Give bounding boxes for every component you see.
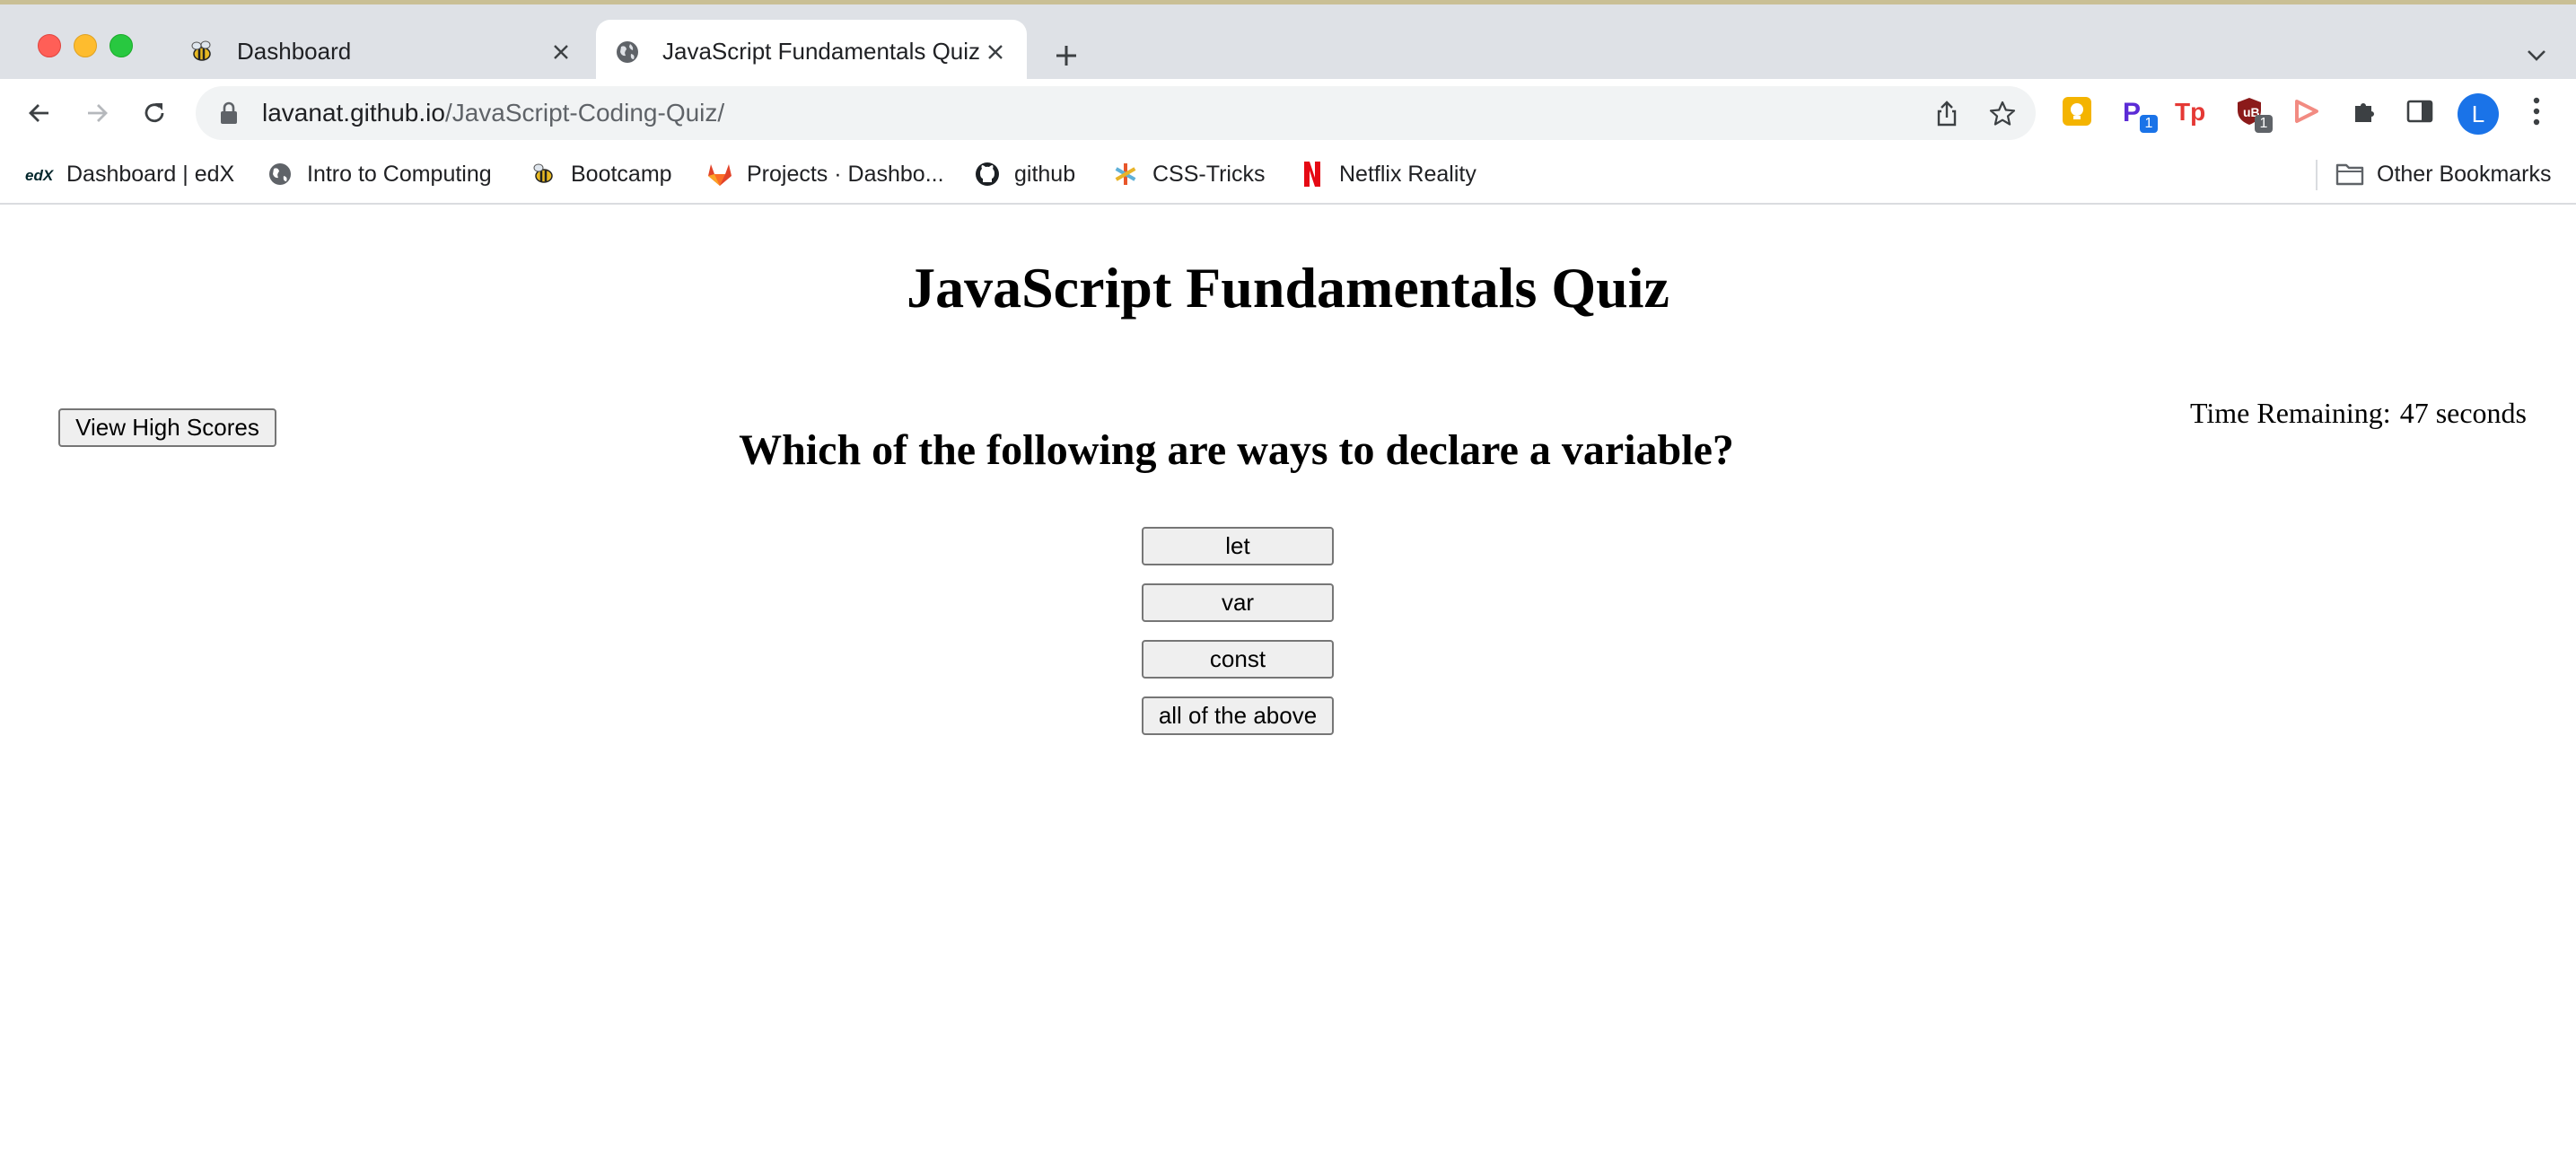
bookmarks-bar: edX Dashboard | edX Intro to Computing B…: [0, 147, 2576, 205]
folder-icon: [2335, 160, 2364, 188]
edx-icon: edX: [25, 160, 54, 188]
tab-dashboard[interactable]: Dashboard: [171, 20, 592, 83]
forward-button[interactable]: [75, 92, 118, 135]
bookmark-label: Netflix Reality: [1339, 161, 1476, 187]
forward-arrow-icon: [88, 104, 108, 122]
extension-badge: 1: [2140, 115, 2158, 133]
shield-extension-icon[interactable]: uB 1: [2230, 92, 2273, 133]
share-icon[interactable]: [1932, 99, 1962, 129]
tab-title: JavaScript Fundamentals Quiz: [662, 38, 981, 65]
bookmark-netflix[interactable]: Netflix Reality: [1298, 156, 1476, 192]
answer-button-let[interactable]: let: [1142, 527, 1334, 565]
close-icon[interactable]: [982, 39, 1009, 66]
svg-text:P: P: [2123, 98, 2141, 127]
github-icon: [973, 160, 1002, 188]
close-icon[interactable]: [548, 39, 574, 66]
netflix-icon: [1298, 160, 1327, 188]
lock-icon[interactable]: [215, 100, 242, 127]
bookmark-intro-computing[interactable]: Intro to Computing: [266, 156, 492, 192]
bookmark-label: github: [1014, 161, 1076, 187]
tab-strip: Dashboard JavaScript Fundamentals Quiz: [0, 0, 2576, 83]
timer-value: 47 seconds: [2399, 397, 2527, 429]
browser-toolbar: lavanat.github.io/JavaScript-Coding-Quiz…: [0, 79, 2576, 147]
bookmark-css-tricks[interactable]: CSS-Tricks: [1111, 156, 1265, 192]
back-button[interactable]: [18, 92, 61, 135]
answer-button-var[interactable]: var: [1142, 583, 1334, 622]
tab-quiz[interactable]: JavaScript Fundamentals Quiz: [596, 20, 1027, 83]
tab-title: Dashboard: [237, 38, 352, 65]
bookmark-edx[interactable]: edX Dashboard | edX: [25, 156, 234, 192]
bookmark-label: Projects · Dashbo...: [747, 161, 944, 187]
answer-button-all[interactable]: all of the above: [1142, 696, 1334, 735]
asterisk-icon: [1111, 160, 1140, 188]
bookmark-label: Bootcamp: [571, 161, 672, 187]
answer-list: let var const all of the above: [1142, 527, 1334, 753]
address-bar[interactable]: lavanat.github.io/JavaScript-Coding-Quiz…: [196, 86, 2036, 140]
globe-icon: [614, 39, 641, 66]
svg-text:edX: edX: [25, 167, 54, 184]
arrow-extension-icon[interactable]: [2287, 92, 2326, 131]
browser-chrome: Dashboard JavaScript Fundamentals Quiz l…: [0, 0, 2576, 205]
yellow-extension-icon[interactable]: [2057, 92, 2097, 131]
question-text: Which of the following are ways to decla…: [739, 426, 1734, 474]
bookmark-bootcamp[interactable]: Bootcamp: [530, 156, 672, 192]
window-close-button[interactable]: [38, 34, 61, 57]
bookmark-other[interactable]: Other Bookmarks: [2335, 156, 2552, 192]
back-arrow-icon: [29, 104, 48, 122]
url-host: lavanat.github.io: [262, 99, 445, 127]
bookmarks-separator: [2316, 160, 2318, 190]
tab-search-button[interactable]: [2520, 39, 2553, 71]
side-panel-icon[interactable]: [2400, 92, 2440, 131]
window-minimize-button[interactable]: [74, 34, 97, 57]
url-path: /JavaScript-Coding-Quiz/: [444, 99, 725, 127]
p-extension-icon[interactable]: P 1: [2115, 92, 2158, 133]
bee-icon: [530, 160, 558, 188]
quiz-page: JavaScript Fundamentals Quiz View High S…: [0, 205, 2576, 1165]
kebab-menu-icon[interactable]: [2517, 92, 2556, 131]
bookmark-label: Dashboard | edX: [66, 161, 235, 187]
bookmark-star-icon[interactable]: [1987, 99, 2018, 129]
url-text[interactable]: lavanat.github.io/JavaScript-Coding-Quiz…: [262, 99, 724, 127]
bookmark-projects[interactable]: Projects · Dashbo...: [705, 156, 944, 192]
profile-avatar[interactable]: L: [2458, 93, 2499, 135]
answer-button-const[interactable]: const: [1142, 640, 1334, 679]
chevron-down-icon: [2528, 50, 2545, 61]
tp-extension-icon[interactable]: Tp: [2172, 92, 2212, 131]
new-tab-button[interactable]: [1048, 38, 1084, 74]
timer-label: Time Remaining:: [2189, 397, 2391, 429]
reload-button[interactable]: [133, 92, 176, 135]
bookmark-label: Other Bookmarks: [2377, 161, 2552, 187]
bookmark-github[interactable]: github: [973, 156, 1075, 192]
extension-badge: 1: [2255, 115, 2273, 133]
globe-icon: [266, 160, 294, 188]
page-title: JavaScript Fundamentals Quiz: [907, 256, 1669, 320]
plus-icon: [1056, 46, 1076, 66]
bee-icon: [188, 39, 215, 66]
puzzle-extensions-icon[interactable]: [2344, 92, 2384, 131]
gitlab-icon: [705, 160, 734, 188]
bookmark-label: CSS-Tricks: [1152, 161, 1266, 187]
reload-icon: [145, 103, 164, 123]
bookmark-label: Intro to Computing: [307, 161, 492, 187]
svg-text:Tp: Tp: [2175, 98, 2205, 126]
window-zoom-button[interactable]: [110, 34, 133, 57]
